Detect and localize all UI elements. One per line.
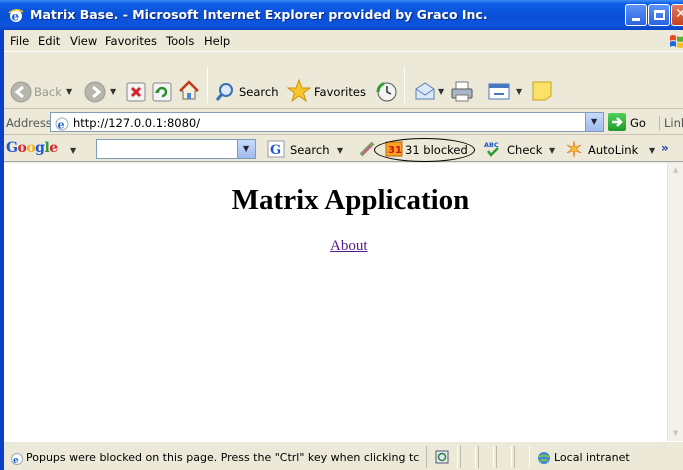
- go-arrow-icon[interactable]: [608, 113, 626, 131]
- go-button[interactable]: Go: [630, 116, 646, 130]
- page-content: Matrix Application About: [4, 163, 667, 441]
- menu-favorites[interactable]: Favorites: [105, 34, 157, 48]
- more-chevron-icon[interactable]: »: [661, 141, 669, 155]
- address-label: Address: [6, 116, 52, 130]
- scroll-up-icon[interactable]: ▲: [673, 166, 678, 174]
- google-search-button[interactable]: Search: [290, 143, 330, 157]
- address-input[interactable]: e http://127.0.0.1:8080/ ▼: [50, 112, 604, 132]
- page-heading: Matrix Application: [231, 184, 470, 216]
- google-menu-dropdown-icon[interactable]: ▼: [70, 146, 76, 155]
- status-bar: e Popups were blocked on this page. Pres…: [4, 441, 683, 470]
- chevron-down-icon: ▼: [591, 117, 598, 126]
- close-icon: ✕: [675, 6, 683, 22]
- status-pane: [514, 446, 530, 468]
- mail-dropdown-icon[interactable]: ▼: [438, 87, 444, 96]
- google-search-icon[interactable]: G: [267, 140, 285, 158]
- check-dropdown-icon[interactable]: ▼: [549, 146, 555, 155]
- svg-text:e: e: [12, 10, 20, 24]
- vertical-scrollbar[interactable]: ▲ ▼: [667, 163, 683, 441]
- toolbar-separator: [207, 67, 208, 103]
- refresh-icon[interactable]: [152, 82, 172, 102]
- forward-icon[interactable]: [84, 81, 106, 103]
- google-toolbar: Google ▼ ▼ G Search ▼ 31 31 blocked ABC …: [4, 136, 683, 162]
- window-title: Matrix Base. - Microsoft Internet Explor…: [30, 7, 488, 22]
- minimize-button[interactable]: [625, 4, 647, 26]
- google-search-dropdown[interactable]: ▼: [237, 140, 255, 158]
- autolink-button[interactable]: AutoLink: [588, 143, 638, 157]
- close-button[interactable]: ✕: [671, 4, 683, 26]
- autolink-icon[interactable]: [565, 140, 583, 158]
- svg-text:e: e: [58, 119, 65, 132]
- menu-bar: File Edit View Favorites Tools Help: [4, 30, 683, 52]
- edit-icon[interactable]: [487, 80, 511, 102]
- status-pane: [460, 446, 476, 468]
- favorites-button[interactable]: Favorites: [314, 85, 366, 99]
- edit-dropdown-icon[interactable]: ▼: [516, 87, 522, 96]
- autolink-dropdown-icon[interactable]: ▼: [649, 146, 655, 155]
- page-icon: e: [55, 117, 69, 132]
- status-pane: [478, 446, 494, 468]
- svg-text:G: G: [270, 143, 281, 158]
- ie-icon: e: [8, 9, 24, 24]
- windows-logo-icon: [670, 35, 683, 48]
- spellcheck-icon[interactable]: ABC: [483, 140, 503, 158]
- security-zone: Local intranet: [554, 451, 630, 464]
- status-message: Popups were blocked on this page. Press …: [26, 451, 420, 464]
- links-button[interactable]: Links: [659, 116, 683, 130]
- maximize-icon: [654, 10, 665, 20]
- google-logo[interactable]: Google: [6, 140, 58, 156]
- annotation-ellipse: [374, 138, 475, 162]
- mail-icon[interactable]: [414, 81, 436, 101]
- search-icon[interactable]: [214, 81, 236, 103]
- svg-text:e: e: [13, 456, 19, 465]
- page-status-icon: e: [11, 453, 23, 465]
- toolbar-separator: [404, 67, 405, 103]
- back-icon[interactable]: [10, 81, 32, 103]
- search-dropdown-icon[interactable]: ▼: [337, 146, 343, 155]
- local-intranet-icon: [538, 452, 550, 464]
- menu-file[interactable]: File: [10, 34, 29, 48]
- stop-icon[interactable]: [126, 82, 146, 102]
- back-dropdown-icon[interactable]: ▼: [66, 87, 72, 96]
- forward-dropdown-icon[interactable]: ▼: [110, 87, 116, 96]
- back-button[interactable]: Back: [34, 85, 62, 99]
- home-icon[interactable]: [178, 80, 200, 102]
- status-pane: [496, 446, 512, 468]
- popup-blocked-status-icon[interactable]: [435, 450, 449, 464]
- favorites-star-icon[interactable]: [287, 79, 311, 103]
- about-link[interactable]: About: [330, 238, 368, 255]
- menu-help[interactable]: Help: [204, 34, 230, 48]
- messenger-note-icon[interactable]: [531, 80, 553, 102]
- menu-edit[interactable]: Edit: [38, 34, 60, 48]
- minimize-icon: [632, 18, 640, 21]
- browser-window: e Matrix Base. - Microsoft Internet Expl…: [0, 0, 683, 470]
- chevron-down-icon: ▼: [243, 144, 250, 153]
- status-pane: [426, 446, 458, 468]
- title-bar[interactable]: e Matrix Base. - Microsoft Internet Expl…: [0, 0, 683, 30]
- standard-toolbar: Back ▼ ▼ Search Favorites ▼ ▼: [4, 53, 683, 109]
- check-button[interactable]: Check: [507, 143, 542, 157]
- menu-view[interactable]: View: [70, 34, 97, 48]
- history-icon[interactable]: [376, 81, 398, 103]
- search-button[interactable]: Search: [239, 85, 279, 99]
- menu-tools[interactable]: Tools: [166, 34, 194, 48]
- address-url[interactable]: http://127.0.0.1:8080/: [73, 116, 200, 130]
- address-bar: Address e http://127.0.0.1:8080/ ▼ Go Li…: [4, 109, 683, 135]
- print-icon[interactable]: [450, 80, 474, 102]
- maximize-button[interactable]: [648, 4, 670, 26]
- google-search-input[interactable]: ▼: [96, 139, 256, 159]
- address-dropdown[interactable]: ▼: [585, 113, 603, 131]
- scroll-down-icon[interactable]: ▼: [673, 429, 678, 437]
